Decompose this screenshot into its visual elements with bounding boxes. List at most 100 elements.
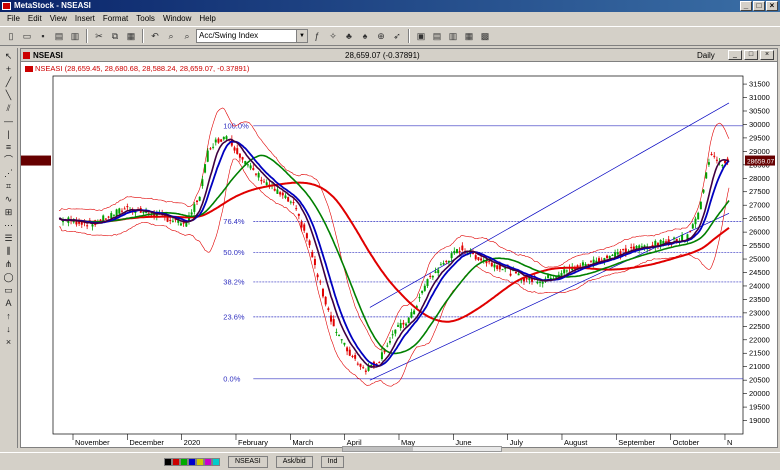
indicator-icon[interactable]: ⌕ <box>180 29 194 43</box>
menu-edit[interactable]: Edit <box>24 14 46 23</box>
explorer-icon[interactable]: ✧ <box>326 29 340 43</box>
exit-icon[interactable]: × <box>2 336 16 348</box>
expert-icon[interactable]: ƒ <box>310 29 324 43</box>
save-icon[interactable]: ▪ <box>36 29 50 43</box>
color-swatch[interactable] <box>204 457 212 466</box>
magnify-icon[interactable]: ⊕ <box>374 29 388 43</box>
new-file-icon[interactable]: ▯ <box>4 29 18 43</box>
menu-insert[interactable]: Insert <box>71 14 99 23</box>
cut-icon[interactable]: ✂ <box>92 29 106 43</box>
chart-close-button[interactable]: × <box>760 50 774 60</box>
menu-file[interactable]: File <box>3 14 24 23</box>
price-chart[interactable]: 19000 19500 20000 20500 21000 21500 22000 22500… <box>21 62 777 448</box>
fibonacci-label: 76.4% <box>223 217 245 226</box>
candle-body <box>346 347 349 352</box>
y-tick-label: 19000 <box>749 416 770 425</box>
open-folder-icon[interactable]: ▭ <box>20 29 34 43</box>
chart-title-bar: NSEASI 28,659.07 (-0.37891) Daily _ □ × <box>21 49 777 62</box>
trendline-icon[interactable]: ╱ <box>2 76 16 88</box>
menu-format[interactable]: Format <box>99 14 132 23</box>
crosshair-icon[interactable]: + <box>2 63 16 75</box>
status-tab-ind[interactable]: Ind <box>320 455 345 468</box>
quadrant-icon[interactable]: ⊞ <box>2 206 16 218</box>
candle-body <box>394 329 397 334</box>
chart-window-controls: _ □ × <box>728 50 774 60</box>
zoom-icon[interactable]: ⌕ <box>164 29 178 43</box>
candle-body <box>589 260 592 262</box>
gann-icon[interactable]: ⌗ <box>2 180 16 192</box>
candle-body <box>252 168 255 170</box>
chart-icon <box>23 52 30 59</box>
speed-lines-icon[interactable]: ⋯ <box>2 219 16 231</box>
layout-2-icon[interactable]: ▤ <box>430 29 444 43</box>
ellipse-icon[interactable]: ◯ <box>2 271 16 283</box>
candle-body <box>442 262 445 265</box>
chart-maximize-button[interactable]: □ <box>744 50 758 60</box>
chart-window[interactable]: NSEASI 28,659.07 (-0.37891) Daily _ □ × … <box>20 48 778 448</box>
fibonacci-icon[interactable]: ≡ <box>2 141 16 153</box>
arrow-icon[interactable]: ➶ <box>390 29 404 43</box>
candle-body <box>364 370 367 372</box>
horizontal-line-icon[interactable]: — <box>2 115 16 127</box>
menu-tools[interactable]: Tools <box>132 14 159 23</box>
menu-help[interactable]: Help <box>195 14 219 23</box>
channel-icon[interactable]: ⫽ <box>2 102 16 114</box>
rectangle-icon[interactable]: ▭ <box>2 284 16 296</box>
x-tick-label: July <box>510 438 524 447</box>
color-swatch[interactable] <box>180 457 188 466</box>
cycle-icon[interactable]: ∿ <box>2 193 16 205</box>
chevron-down-icon[interactable]: ▼ <box>296 30 307 42</box>
candle-body <box>606 255 609 259</box>
pointer-icon[interactable]: ↖ <box>2 50 16 62</box>
print-icon[interactable]: ▤ <box>52 29 66 43</box>
maximize-button[interactable]: □ <box>753 1 765 11</box>
tirone-icon[interactable]: ☰ <box>2 232 16 244</box>
candle-body <box>560 273 563 276</box>
color-swatch[interactable] <box>196 457 204 466</box>
candle-body <box>496 265 499 269</box>
alert-icon[interactable]: ♠ <box>358 29 372 43</box>
candle-body <box>179 223 182 226</box>
trendline-alt-icon[interactable]: ╲ <box>2 89 16 101</box>
minimize-button[interactable]: _ <box>740 1 752 11</box>
print-preview-icon[interactable]: ▥ <box>68 29 82 43</box>
color-swatch[interactable] <box>212 457 220 466</box>
buy-arrow-icon[interactable]: ↑ <box>2 310 16 322</box>
y-tick-label: 26500 <box>749 214 770 223</box>
menu-view[interactable]: View <box>46 14 71 23</box>
candle-body <box>300 221 303 228</box>
candle-body <box>397 325 400 327</box>
layout-4-icon[interactable]: ▦ <box>462 29 476 43</box>
y-tick-label: 21000 <box>749 362 770 371</box>
layout-5-icon[interactable]: ▩ <box>478 29 492 43</box>
fib-fan-icon[interactable]: ⋰ <box>2 167 16 179</box>
fib-arcs-icon[interactable]: ⌒ <box>2 154 16 166</box>
andrews-icon[interactable]: ⋔ <box>2 258 16 270</box>
system-tester-icon[interactable]: ♣ <box>342 29 356 43</box>
undo-icon[interactable]: ↶ <box>148 29 162 43</box>
vertical-line-icon[interactable]: | <box>2 128 16 140</box>
indicator-combo[interactable]: Acc/Swing Index ▼ <box>196 29 308 43</box>
color-swatch[interactable] <box>164 457 172 466</box>
scroll-thumb[interactable] <box>343 447 413 451</box>
color-swatch[interactable] <box>172 457 180 466</box>
chart-symbol: NSEASI <box>33 51 63 60</box>
chart-minimize-button[interactable]: _ <box>728 50 742 60</box>
candle-body <box>284 195 287 198</box>
paste-icon[interactable]: ▦ <box>124 29 138 43</box>
close-button[interactable]: × <box>766 1 778 11</box>
status-tab-nseasi[interactable]: NSEASI <box>228 455 268 468</box>
price-readout: 28,659.07 (-0.37891) <box>345 51 420 60</box>
menu-window[interactable]: Window <box>159 14 195 23</box>
candle-body <box>238 153 241 158</box>
candle-body <box>340 339 343 341</box>
copy-icon[interactable]: ⧉ <box>108 29 122 43</box>
status-tab-askbid[interactable]: Ask/bid <box>275 455 313 468</box>
text-icon[interactable]: A <box>2 297 16 309</box>
color-swatch[interactable] <box>188 457 196 466</box>
sell-arrow-icon[interactable]: ↓ <box>2 323 16 335</box>
layout-3-icon[interactable]: ▥ <box>446 29 460 43</box>
layout-1-icon[interactable]: ▣ <box>414 29 428 43</box>
raff-icon[interactable]: ⫼ <box>2 245 16 257</box>
x-tick-label: August <box>564 438 588 447</box>
